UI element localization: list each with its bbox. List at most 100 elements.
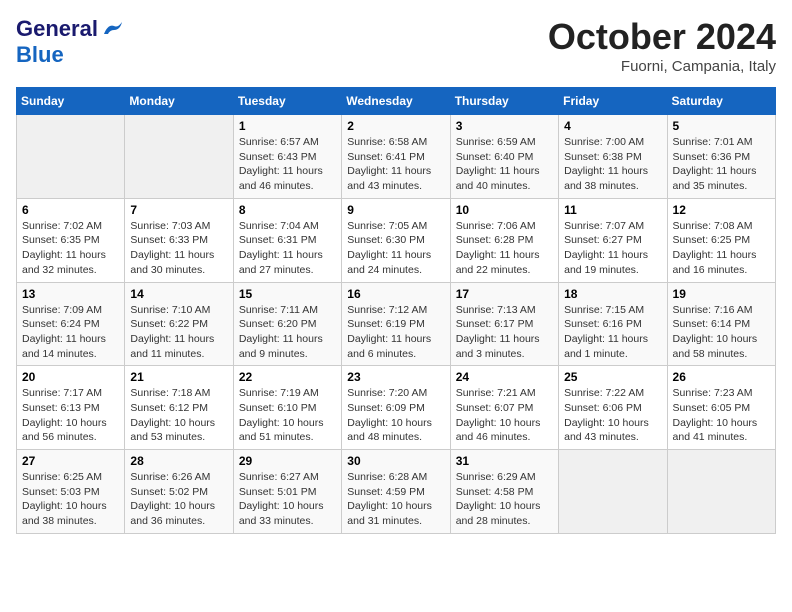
- calendar-cell: 30Sunrise: 6:28 AM Sunset: 4:59 PM Dayli…: [342, 450, 450, 534]
- day-number: 23: [347, 370, 444, 384]
- weekday-header-thursday: Thursday: [450, 88, 558, 115]
- day-number: 13: [22, 287, 119, 301]
- calendar-cell: 3Sunrise: 6:59 AM Sunset: 6:40 PM Daylig…: [450, 115, 558, 199]
- day-number: 31: [456, 454, 553, 468]
- calendar-cell: 20 Sunrise: 7:17 AM Sunset: 6:13 PM Dayli…: [17, 366, 125, 450]
- calendar-cell: 19Sunrise: 7:16 AM Sunset: 6:14 PM Dayli…: [667, 282, 775, 366]
- day-detail: Sunrise: 6:58 AM Sunset: 6:41 PM Dayligh…: [347, 135, 444, 194]
- calendar-cell: 24Sunrise: 7:21 AM Sunset: 6:07 PM Dayli…: [450, 366, 558, 450]
- day-detail: Sunrise: 6:29 AM Sunset: 4:58 PM Dayligh…: [456, 470, 553, 529]
- calendar-week-row: 27Sunrise: 6:25 AM Sunset: 5:03 PM Dayli…: [17, 450, 776, 534]
- day-detail: Sunrise: 7:06 AM Sunset: 6:28 PM Dayligh…: [456, 219, 553, 278]
- calendar-cell: 6 Sunrise: 7:02 AM Sunset: 6:35 PM Daylig…: [17, 198, 125, 282]
- day-number: 1: [239, 119, 336, 133]
- day-detail: Sunrise: 7:18 AM Sunset: 6:12 PM Dayligh…: [130, 386, 227, 445]
- day-number: 17: [456, 287, 553, 301]
- day-detail: Sunrise: 7:19 AM Sunset: 6:10 PM Dayligh…: [239, 386, 336, 445]
- logo-text-blue: Blue: [16, 42, 64, 67]
- day-number: 5: [673, 119, 770, 133]
- day-number: 10: [456, 203, 553, 217]
- day-number: 21: [130, 370, 227, 384]
- day-number: 25: [564, 370, 661, 384]
- day-number: 15: [239, 287, 336, 301]
- calendar-cell: 22 Sunrise: 7:19 AM Sunset: 6:10 PM Dayli…: [233, 366, 341, 450]
- calendar-cell: 9 Sunrise: 7:05 AM Sunset: 6:30 PM Daylig…: [342, 198, 450, 282]
- month-title: October 2024: [548, 16, 776, 58]
- weekday-header-tuesday: Tuesday: [233, 88, 341, 115]
- day-detail: Sunrise: 6:27 AM Sunset: 5:01 PM Dayligh…: [239, 470, 336, 529]
- day-number: 20: [22, 370, 119, 384]
- calendar-body: 1 Sunrise: 6:57 AM Sunset: 6:43 PM Daylig…: [17, 115, 776, 534]
- day-number: 14: [130, 287, 227, 301]
- day-detail: Sunrise: 7:11 AM Sunset: 6:20 PM Dayligh…: [239, 303, 336, 362]
- day-number: 8: [239, 203, 336, 217]
- day-detail: Sunrise: 7:23 AM Sunset: 6:05 PM Dayligh…: [673, 386, 770, 445]
- day-number: 4: [564, 119, 661, 133]
- calendar-header: SundayMondayTuesdayWednesdayThursdayFrid…: [17, 88, 776, 115]
- day-number: 16: [347, 287, 444, 301]
- calendar-cell: 25 Sunrise: 7:22 AM Sunset: 6:06 PM Dayli…: [559, 366, 667, 450]
- calendar-cell: 5Sunrise: 7:01 AM Sunset: 6:36 PM Daylig…: [667, 115, 775, 199]
- weekday-header-row: SundayMondayTuesdayWednesdayThursdayFrid…: [17, 88, 776, 115]
- calendar-cell: 15 Sunrise: 7:11 AM Sunset: 6:20 PM Dayli…: [233, 282, 341, 366]
- calendar-cell: 29Sunrise: 6:27 AM Sunset: 5:01 PM Dayli…: [233, 450, 341, 534]
- day-detail: Sunrise: 7:12 AM Sunset: 6:19 PM Dayligh…: [347, 303, 444, 362]
- location-subtitle: Fuorni, Campania, Italy: [548, 58, 776, 75]
- day-number: 3: [456, 119, 553, 133]
- weekday-header-sunday: Sunday: [17, 88, 125, 115]
- day-number: 28: [130, 454, 227, 468]
- day-number: 7: [130, 203, 227, 217]
- title-block: October 2024 Fuorni, Campania, Italy: [548, 16, 776, 75]
- day-detail: Sunrise: 7:20 AM Sunset: 6:09 PM Dayligh…: [347, 386, 444, 445]
- day-number: 2: [347, 119, 444, 133]
- day-detail: Sunrise: 7:00 AM Sunset: 6:38 PM Dayligh…: [564, 135, 661, 194]
- calendar-cell: 8Sunrise: 7:04 AM Sunset: 6:31 PM Daylig…: [233, 198, 341, 282]
- calendar-cell: 13Sunrise: 7:09 AM Sunset: 6:24 PM Dayli…: [17, 282, 125, 366]
- calendar-cell: 21 Sunrise: 7:18 AM Sunset: 6:12 PM Dayli…: [125, 366, 233, 450]
- page-header: General Blue October 2024 Fuorni, Campan…: [16, 16, 776, 75]
- calendar-cell: 27Sunrise: 6:25 AM Sunset: 5:03 PM Dayli…: [17, 450, 125, 534]
- calendar-cell: 4 Sunrise: 7:00 AM Sunset: 6:38 PM Daylig…: [559, 115, 667, 199]
- calendar-week-row: 13Sunrise: 7:09 AM Sunset: 6:24 PM Dayli…: [17, 282, 776, 366]
- day-detail: Sunrise: 6:26 AM Sunset: 5:02 PM Dayligh…: [130, 470, 227, 529]
- logo-bird-icon: [102, 20, 124, 38]
- day-number: 26: [673, 370, 770, 384]
- calendar-cell: 23 Sunrise: 7:20 AM Sunset: 6:09 PM Dayli…: [342, 366, 450, 450]
- day-detail: Sunrise: 7:16 AM Sunset: 6:14 PM Dayligh…: [673, 303, 770, 362]
- day-detail: Sunrise: 7:13 AM Sunset: 6:17 PM Dayligh…: [456, 303, 553, 362]
- day-number: 22: [239, 370, 336, 384]
- day-detail: Sunrise: 7:08 AM Sunset: 6:25 PM Dayligh…: [673, 219, 770, 278]
- day-detail: Sunrise: 6:57 AM Sunset: 6:43 PM Dayligh…: [239, 135, 336, 194]
- calendar-week-row: 20 Sunrise: 7:17 AM Sunset: 6:13 PM Dayli…: [17, 366, 776, 450]
- calendar-week-row: 6 Sunrise: 7:02 AM Sunset: 6:35 PM Daylig…: [17, 198, 776, 282]
- day-detail: Sunrise: 7:07 AM Sunset: 6:27 PM Dayligh…: [564, 219, 661, 278]
- calendar-cell: 7Sunrise: 7:03 AM Sunset: 6:33 PM Daylig…: [125, 198, 233, 282]
- calendar-cell: 31 Sunrise: 6:29 AM Sunset: 4:58 PM Dayli…: [450, 450, 558, 534]
- calendar-cell: 2 Sunrise: 6:58 AM Sunset: 6:41 PM Daylig…: [342, 115, 450, 199]
- calendar-cell: 28 Sunrise: 6:26 AM Sunset: 5:02 PM Dayli…: [125, 450, 233, 534]
- weekday-header-friday: Friday: [559, 88, 667, 115]
- day-detail: Sunrise: 7:15 AM Sunset: 6:16 PM Dayligh…: [564, 303, 661, 362]
- day-detail: Sunrise: 7:02 AM Sunset: 6:35 PM Dayligh…: [22, 219, 119, 278]
- calendar-cell: 14 Sunrise: 7:10 AM Sunset: 6:22 PM Dayli…: [125, 282, 233, 366]
- calendar-cell: 18Sunrise: 7:15 AM Sunset: 6:16 PM Dayli…: [559, 282, 667, 366]
- calendar-cell: 10 Sunrise: 7:06 AM Sunset: 6:28 PM Dayli…: [450, 198, 558, 282]
- calendar-cell: [667, 450, 775, 534]
- day-number: 11: [564, 203, 661, 217]
- calendar-cell: 12Sunrise: 7:08 AM Sunset: 6:25 PM Dayli…: [667, 198, 775, 282]
- day-number: 6: [22, 203, 119, 217]
- calendar-cell: 16 Sunrise: 7:12 AM Sunset: 6:19 PM Dayli…: [342, 282, 450, 366]
- calendar-cell: 11 Sunrise: 7:07 AM Sunset: 6:27 PM Dayli…: [559, 198, 667, 282]
- logo-text-general: General: [16, 16, 98, 42]
- day-detail: Sunrise: 7:17 AM Sunset: 6:13 PM Dayligh…: [22, 386, 119, 445]
- calendar-cell: [559, 450, 667, 534]
- calendar-cell: 1 Sunrise: 6:57 AM Sunset: 6:43 PM Daylig…: [233, 115, 341, 199]
- day-detail: Sunrise: 7:05 AM Sunset: 6:30 PM Dayligh…: [347, 219, 444, 278]
- weekday-header-saturday: Saturday: [667, 88, 775, 115]
- day-detail: Sunrise: 6:25 AM Sunset: 5:03 PM Dayligh…: [22, 470, 119, 529]
- day-detail: Sunrise: 7:22 AM Sunset: 6:06 PM Dayligh…: [564, 386, 661, 445]
- day-number: 9: [347, 203, 444, 217]
- day-detail: Sunrise: 7:10 AM Sunset: 6:22 PM Dayligh…: [130, 303, 227, 362]
- calendar-cell: [125, 115, 233, 199]
- day-detail: Sunrise: 7:21 AM Sunset: 6:07 PM Dayligh…: [456, 386, 553, 445]
